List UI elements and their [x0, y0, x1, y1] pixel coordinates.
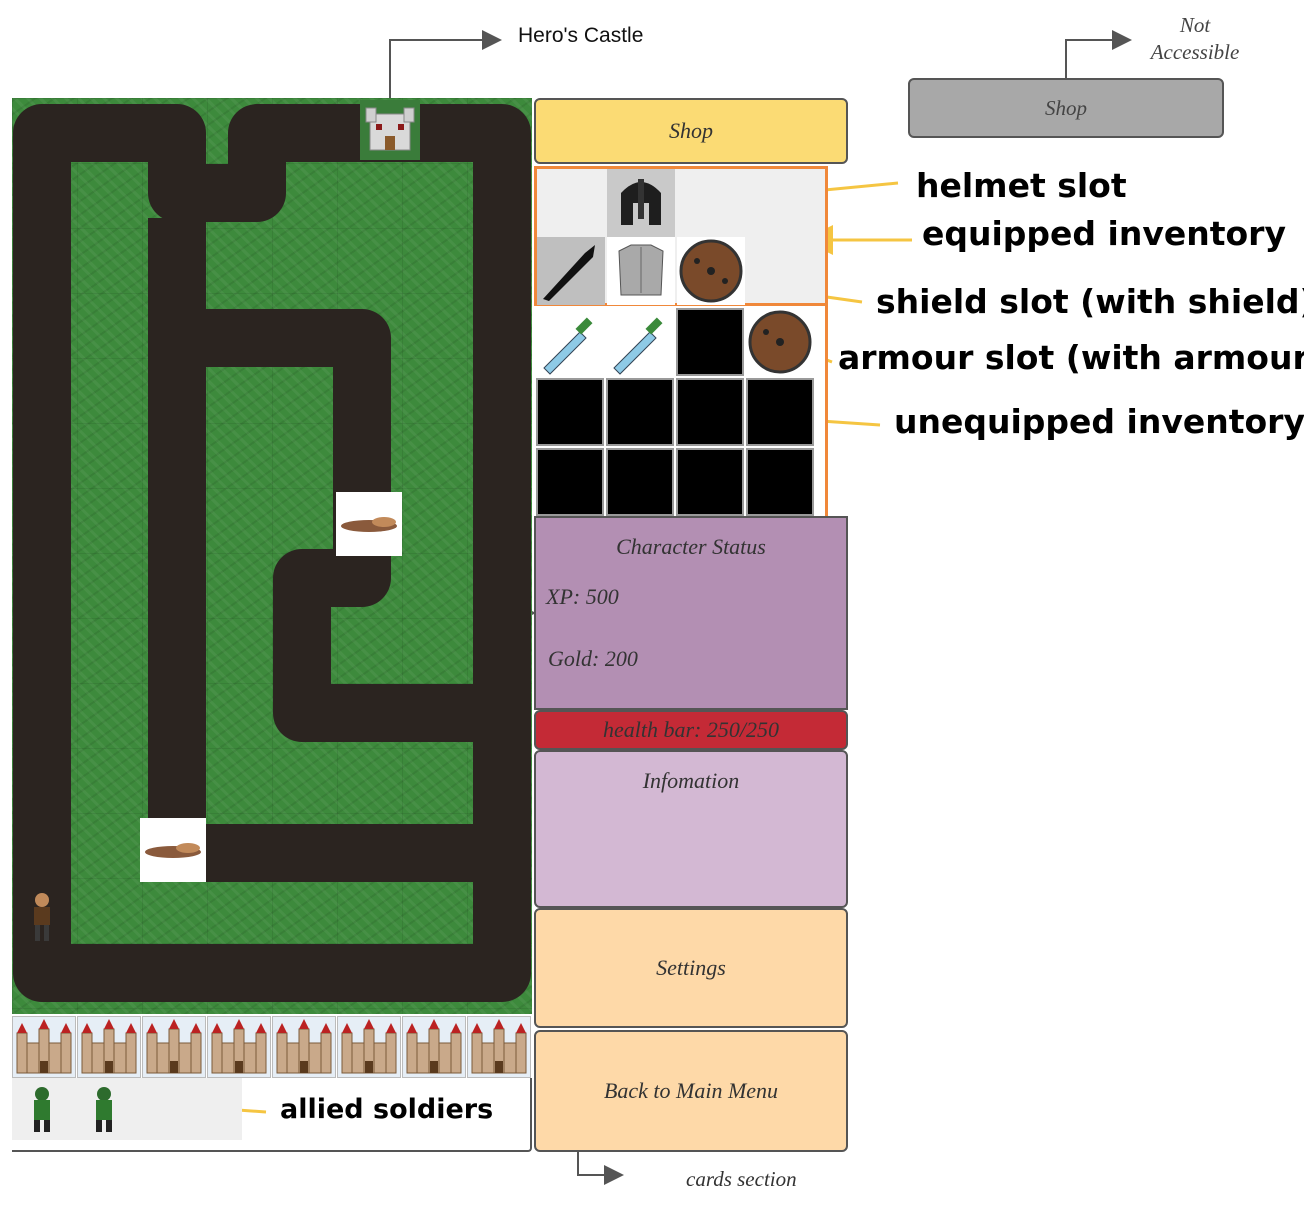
castle-card[interactable]	[77, 1016, 141, 1078]
inventory-slot[interactable]	[676, 308, 744, 376]
hero-icon[interactable]	[24, 888, 60, 948]
weapon-slot[interactable]	[537, 237, 605, 305]
shield-slot[interactable]	[677, 237, 745, 305]
character-status-panel: Character Status XP: 500 Gold: 200	[534, 516, 848, 710]
health-bar: health bar: 250/250	[534, 710, 848, 750]
back-to-main-menu-button[interactable]: Back to Main Menu	[534, 1030, 848, 1152]
inventory-slot[interactable]	[536, 308, 604, 376]
castle-icon[interactable]	[360, 100, 420, 160]
inventory-slot[interactable]	[606, 378, 674, 446]
shop-button-disabled: Shop	[908, 78, 1224, 138]
not-accessible-label: Not Accessible	[1150, 13, 1240, 64]
inventory-slot[interactable]	[746, 308, 814, 376]
shield-slot-label: shield slot (with shield)	[876, 282, 1304, 321]
castle-card[interactable]	[467, 1016, 531, 1078]
castle-card[interactable]	[402, 1016, 466, 1078]
armour-slot-label: armour slot (with armour)	[838, 338, 1304, 377]
castle-card[interactable]	[12, 1016, 76, 1078]
gold-value: Gold: 200	[548, 646, 638, 671]
allied-soldiers-label: allied soldiers	[280, 1094, 494, 1125]
inventory-slot[interactable]	[536, 378, 604, 446]
information-panel: Infomation	[534, 750, 848, 908]
heros-castle-label: Hero's Castle	[518, 24, 644, 47]
inventory-slot[interactable]	[746, 448, 814, 516]
slug-enemy-icon[interactable]	[140, 818, 206, 882]
unequipped-inventory	[534, 306, 828, 518]
shield-icon	[679, 239, 743, 303]
castle-card[interactable]	[337, 1016, 401, 1078]
settings-button[interactable]: Settings	[534, 908, 848, 1028]
inventory-slot[interactable]	[676, 378, 744, 446]
inventory-slot[interactable]	[536, 448, 604, 516]
inventory-slot[interactable]	[746, 378, 814, 446]
information-title: Infomation	[642, 768, 740, 793]
helmet-slot[interactable]	[607, 169, 675, 237]
unequipped-inventory-label: unequipped inventory	[894, 402, 1304, 441]
castle-card[interactable]	[207, 1016, 271, 1078]
soldier-icon[interactable]	[22, 1082, 62, 1136]
helmet-slot-label: helmet slot	[916, 166, 1127, 205]
armour-slot[interactable]	[607, 237, 675, 305]
dagger-icon	[543, 317, 593, 375]
equipped-inventory-label: equipped inventory	[922, 214, 1286, 253]
helmet-icon	[621, 179, 661, 225]
game-map	[12, 98, 532, 1014]
character-status-title: Character Status	[616, 534, 766, 559]
xp-value: XP: 500	[546, 584, 619, 609]
armour-icon	[618, 244, 664, 296]
inventory-slot[interactable]	[606, 308, 674, 376]
castle-card[interactable]	[142, 1016, 206, 1078]
cards-section-label: cards section	[686, 1167, 797, 1191]
inventory-slot[interactable]	[606, 448, 674, 516]
path-loop	[13, 104, 531, 1002]
dagger-icon	[613, 317, 663, 375]
shield-icon	[748, 310, 812, 374]
slug-enemy-icon[interactable]	[336, 492, 402, 556]
inventory-slot[interactable]	[676, 448, 744, 516]
soldier-icon[interactable]	[84, 1082, 124, 1136]
sword-icon	[543, 245, 595, 301]
shop-button[interactable]: Shop	[534, 98, 848, 164]
castle-card[interactable]	[272, 1016, 336, 1078]
equipped-inventory	[534, 166, 828, 306]
